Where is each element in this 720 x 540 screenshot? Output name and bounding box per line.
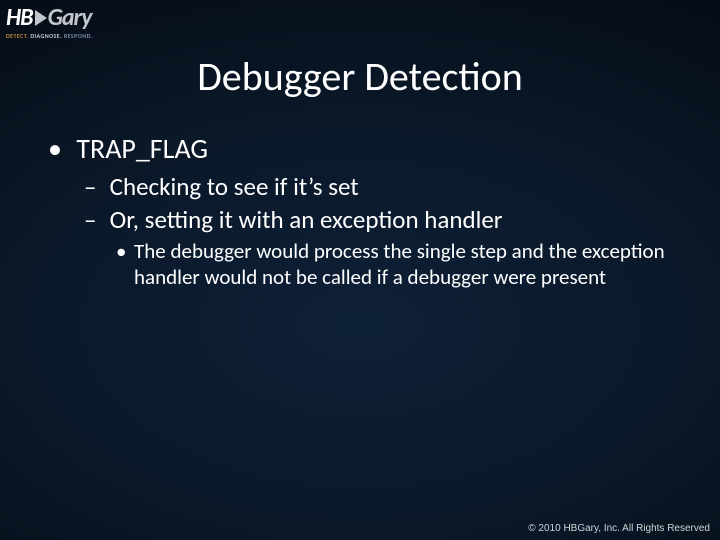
bullet-text: Checking to see if it’s set — [110, 171, 359, 202]
logo-wordmark: HB Gary — [6, 6, 136, 30]
bullet-text: Or, setting it with an exception handler — [110, 204, 503, 235]
brand-logo: HB Gary DETECT. DIAGNOSE. RESPOND. — [6, 6, 136, 40]
bullet-text: The debugger would process the single st… — [134, 239, 680, 290]
copyright-footer: © 2010 HBGary, Inc. All Rights Reserved — [528, 523, 710, 534]
tagline-detect: DETECT. — [6, 32, 29, 40]
play-triangle-icon — [35, 10, 47, 26]
slide-body: TRAP_FLAG Checking to see if it’s set Or… — [48, 132, 680, 294]
bullet-level2: Or, setting it with an exception handler… — [84, 205, 680, 291]
tagline-diagnose: DIAGNOSE. — [30, 32, 62, 40]
logo-gary: Gary — [48, 6, 92, 30]
bullet-text: TRAP_FLAG — [76, 131, 208, 166]
tagline-respond: RESPOND. — [64, 32, 93, 40]
bullet-level3: The debugger would process the single st… — [116, 239, 680, 290]
logo-hb: HB — [6, 6, 33, 30]
bullet-level2: Checking to see if it’s set — [84, 172, 680, 203]
logo-tagline: DETECT. DIAGNOSE. RESPOND. — [6, 32, 136, 40]
bullet-level1: TRAP_FLAG Checking to see if it’s set Or… — [48, 132, 680, 290]
slide-title: Debugger Detection — [0, 52, 720, 101]
